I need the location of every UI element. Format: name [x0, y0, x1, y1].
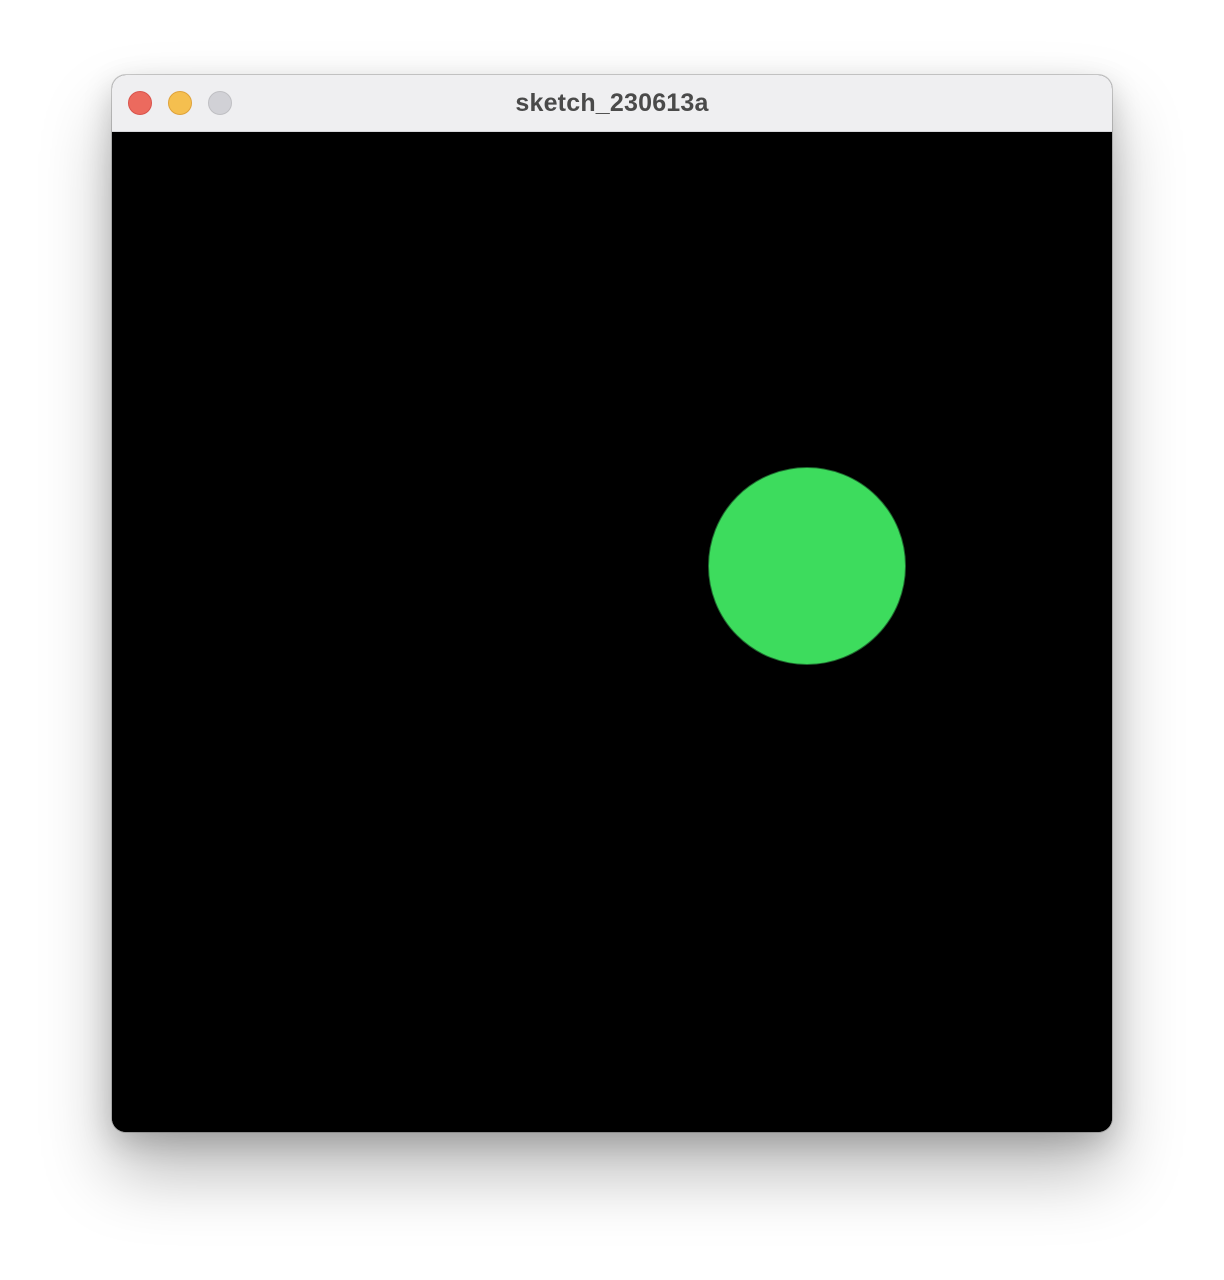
desktop: sketch_230613a [0, 0, 1224, 1280]
green-circle [708, 467, 906, 665]
window-title: sketch_230613a [515, 89, 709, 117]
sketch-svg [112, 132, 1112, 1132]
app-window: sketch_230613a [112, 75, 1112, 1132]
window-titlebar[interactable]: sketch_230613a [112, 75, 1112, 132]
canvas-background [112, 132, 1112, 1132]
sketch-canvas[interactable] [112, 132, 1112, 1132]
